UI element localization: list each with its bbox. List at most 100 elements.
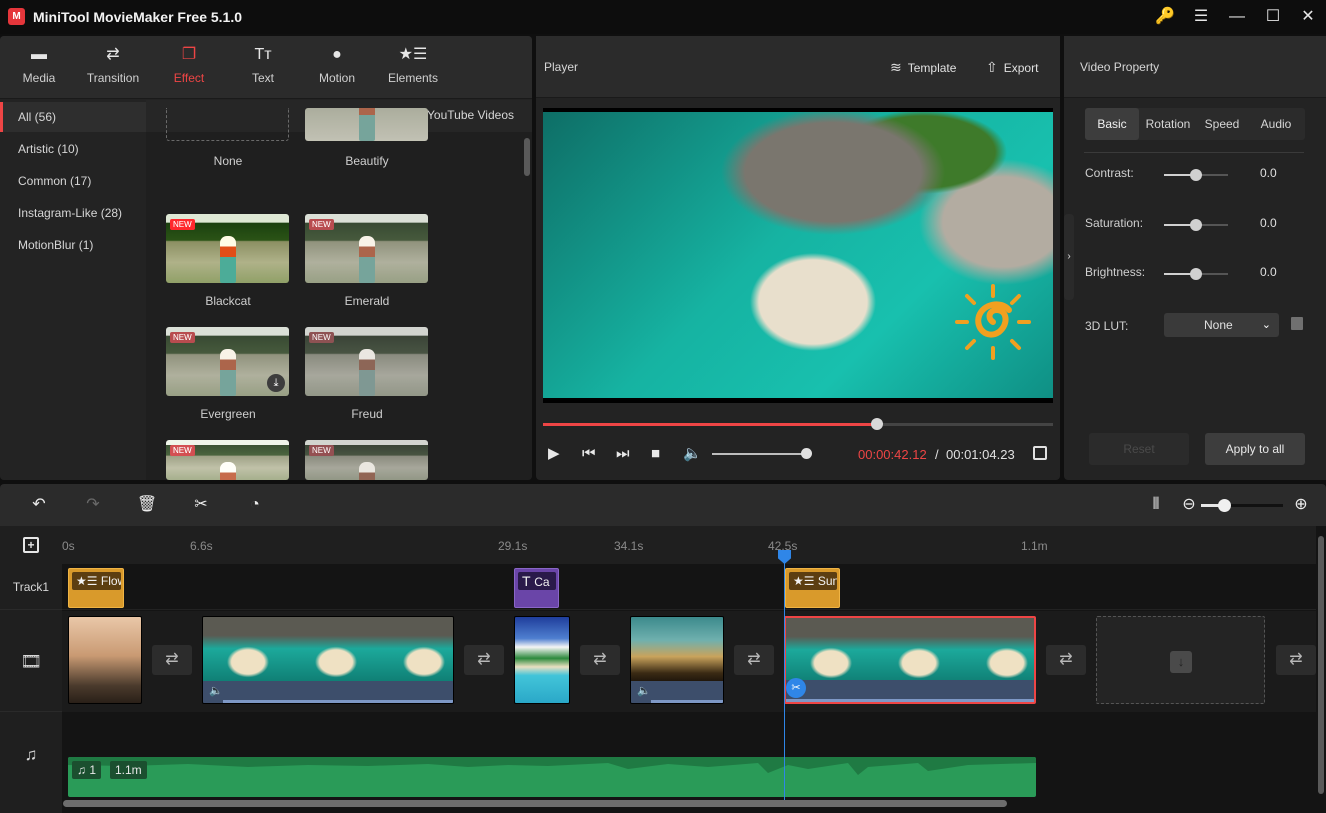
add-track-icon[interactable]: +: [23, 537, 39, 553]
tick-label: 29.1s: [498, 539, 528, 553]
zoom-in-icon[interactable]: ⊕: [1290, 495, 1312, 515]
tab-rotation[interactable]: Rotation: [1139, 108, 1197, 140]
video-preview[interactable]: [543, 108, 1053, 403]
effect-blackcat[interactable]: NEW Blackcat: [166, 214, 290, 308]
export-button[interactable]: ⇧ Export: [986, 59, 1038, 76]
track1-header: Track1: [0, 564, 62, 610]
video-clip-balloons[interactable]: [68, 616, 142, 704]
apply-to-all-button[interactable]: Apply to all: [1205, 433, 1305, 465]
effect-emerald[interactable]: NEW Emerald: [305, 214, 429, 308]
category-motionblur[interactable]: MotionBlur (1): [0, 230, 146, 260]
property-panel: Video Property Basic Rotation Speed Audi…: [1064, 36, 1326, 480]
category-artistic[interactable]: Artistic (10): [0, 134, 146, 164]
library-panel: ▬ Media ⇄ Transition ❐ Effect Tт Text ● Motio…: [0, 36, 532, 480]
effect-icon: ❐: [181, 46, 197, 63]
effect-freud[interactable]: NEW Freud: [305, 327, 429, 421]
effect-card[interactable]: NEW: [305, 440, 429, 480]
tab-media[interactable]: ▬ Media: [4, 44, 74, 94]
track-headers: Track1 🎞 ♫: [0, 564, 62, 813]
zoom-knob[interactable]: [1217, 499, 1231, 512]
video-clip-island[interactable]: [514, 616, 570, 704]
fit-timeline-icon[interactable]: ⦀: [1145, 495, 1167, 515]
key-icon[interactable]: 🔑: [1152, 5, 1178, 29]
property-header: Video Property: [1064, 36, 1326, 98]
category-common[interactable]: Common (17): [0, 166, 146, 196]
video-clip-beach-selected[interactable]: [784, 616, 1036, 704]
audio-clip[interactable]: ♫ 1 1.1m: [68, 757, 1036, 797]
play-button[interactable]: ▶: [548, 445, 560, 463]
lut-value: None: [1204, 318, 1233, 332]
split-here-scissors-icon[interactable]: ✂: [786, 678, 806, 698]
redo-icon[interactable]: ↷: [82, 495, 104, 515]
tab-text[interactable]: Tт Text: [228, 44, 298, 94]
tab-transition[interactable]: ⇄ Transition: [78, 44, 148, 94]
tab-motion[interactable]: ● Motion: [302, 44, 372, 94]
maximize-icon[interactable]: ☐: [1260, 5, 1286, 29]
speed-gauge-icon[interactable]: ◔: [244, 495, 266, 515]
timeline-horizontal-scrollbar[interactable]: [63, 800, 1007, 807]
element-clip-flow[interactable]: ★☰ Flow: [68, 568, 124, 608]
minimize-icon[interactable]: —: [1224, 5, 1250, 29]
transition-slot-icon[interactable]: ⇄: [152, 645, 192, 675]
effect-label: Beautify: [345, 154, 389, 168]
zoom-out-icon[interactable]: ⊖: [1178, 495, 1200, 515]
transition-slot-icon[interactable]: ⇄: [1046, 645, 1086, 675]
element-clip-sun[interactable]: ★☰ Sun: [785, 568, 840, 608]
template-button[interactable]: ≋ Template: [890, 59, 956, 76]
contrast-slider[interactable]: [1164, 169, 1228, 181]
transition-slot-icon[interactable]: ⇄: [734, 645, 774, 675]
split-scissors-icon[interactable]: ✂: [190, 495, 212, 515]
saturation-slider[interactable]: [1164, 219, 1228, 231]
transition-slot-icon[interactable]: ⇄: [580, 645, 620, 675]
tab-label: Effect: [173, 71, 205, 85]
effect-evergreen[interactable]: NEW ⤓ Evergreen: [166, 327, 290, 421]
reset-button[interactable]: Reset: [1089, 433, 1189, 465]
text-clip[interactable]: T Ca: [514, 568, 559, 608]
tab-elements[interactable]: ★☰ Elements: [378, 44, 448, 94]
time-ruler[interactable]: + 0s 6.6s 29.1s 34.1s 42.5s 1.1m: [0, 526, 1316, 564]
elements-icon: ★☰: [398, 46, 428, 63]
category-list: All (56) Artistic (10) Common (17) Insta…: [0, 100, 146, 480]
effect-beautify[interactable]: Beautify: [305, 108, 429, 168]
media-drop-zone[interactable]: ↓: [1096, 616, 1265, 704]
video-clip-sunset[interactable]: 🔈: [630, 616, 724, 704]
contrast-value: 0.0: [1260, 166, 1277, 180]
sun-sticker-icon[interactable]: [953, 282, 1033, 362]
delete-icon[interactable]: 🗑: [136, 495, 158, 515]
video-clip-beach[interactable]: 🔈: [202, 616, 454, 704]
category-all[interactable]: All (56): [0, 102, 146, 132]
effect-none[interactable]: None: [166, 108, 290, 168]
playback-progress-knob[interactable]: [870, 418, 883, 430]
tab-speed[interactable]: Speed: [1197, 108, 1247, 140]
volume-slider[interactable]: [712, 448, 812, 459]
new-badge: NEW: [309, 445, 334, 456]
previous-frame-button[interactable]: ⏮: [582, 445, 596, 463]
undo-icon[interactable]: ↶: [28, 495, 50, 515]
download-icon[interactable]: ⤓: [267, 374, 285, 392]
close-icon[interactable]: ✕: [1295, 5, 1321, 29]
timeline-zoom-slider[interactable]: [1201, 499, 1283, 512]
playback-progress-slider[interactable]: [543, 418, 1053, 430]
total-time: 00:01:04.23: [946, 447, 1015, 462]
volume-icon[interactable]: 🔈: [683, 445, 702, 463]
fullscreen-icon[interactable]: [1033, 446, 1047, 460]
effects-scrollbar[interactable]: [524, 138, 530, 176]
timeline-vertical-scrollbar[interactable]: [1318, 536, 1324, 794]
effect-thumbnail: NEW: [305, 327, 428, 396]
collapse-panel-chevron-icon[interactable]: ›: [1064, 214, 1074, 300]
stop-button[interactable]: ■: [651, 445, 660, 463]
tab-basic[interactable]: Basic: [1085, 108, 1139, 140]
transition-slot-icon[interactable]: ⇄: [1276, 645, 1316, 675]
brightness-slider[interactable]: [1164, 268, 1228, 280]
player-panel: Player ≋ Template ⇧ Export ▶ ⏮ ⏭ ■ 🔈 00:00…: [536, 36, 1060, 480]
category-instagram-like[interactable]: Instagram-Like (28): [0, 198, 146, 228]
effect-card[interactable]: NEW: [166, 440, 290, 480]
tab-audio[interactable]: Audio: [1247, 108, 1305, 140]
tab-effect[interactable]: ❐ Effect: [154, 44, 224, 94]
menu-icon[interactable]: ☰: [1188, 5, 1214, 29]
next-frame-button[interactable]: ⏭: [616, 445, 630, 463]
lut-dropdown[interactable]: None ⌄: [1164, 313, 1279, 337]
transition-slot-icon[interactable]: ⇄: [464, 645, 504, 675]
trash-icon[interactable]: [1291, 317, 1303, 330]
volume-knob[interactable]: [801, 448, 812, 459]
